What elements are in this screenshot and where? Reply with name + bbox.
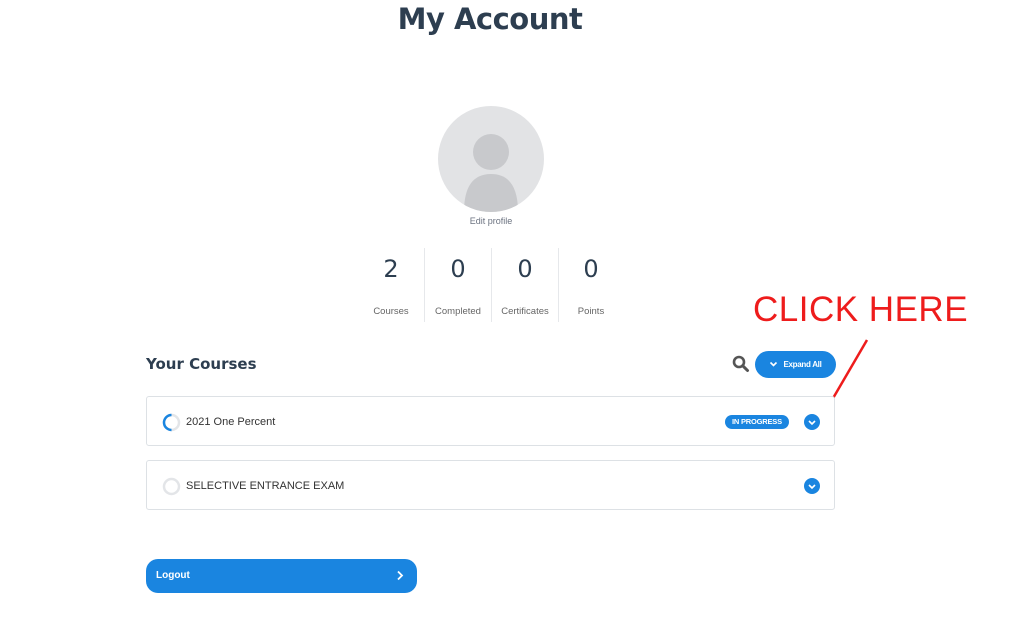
chevron-right-icon [397,570,404,581]
course-item[interactable]: SELECTIVE ENTRANCE EXAM [146,460,835,510]
stat-value: 0 [450,255,466,283]
chevron-down-icon [808,484,816,490]
course-name[interactable]: SELECTIVE ENTRANCE EXAM [186,480,344,492]
stat-label: Certificates [501,306,549,317]
partial-progress-ring-icon [162,413,181,432]
user-placeholder-icon [464,134,518,212]
logout-label: Logout [156,570,190,581]
stat-completed: 0 Completed [424,248,491,322]
stat-value: 0 [583,255,599,283]
expand-all-button[interactable]: Expand All [755,351,836,378]
stat-label: Completed [435,306,481,317]
status-badge: IN PROGRESS [725,415,789,429]
course-item[interactable]: 2021 One Percent IN PROGRESS [146,396,835,446]
expand-all-label: Expand All [783,360,822,369]
stat-value: 0 [517,255,533,283]
course-expand-toggle[interactable] [804,414,820,430]
search-icon[interactable] [732,355,750,373]
stat-label: Points [577,306,605,317]
logout-button[interactable]: Logout [146,559,417,593]
chevron-down-icon [770,361,778,367]
chevron-down-icon [808,420,816,426]
stat-label: Courses [373,306,409,317]
stats-bar: 2 Courses 0 Completed 0 Certificates 0 P… [358,248,623,322]
your-courses-heading: Your Courses [146,355,257,373]
stat-certificates: 0 Certificates [491,248,558,322]
course-expand-toggle[interactable] [804,478,820,494]
edit-profile-link[interactable]: Edit profile [440,216,542,226]
avatar[interactable] [438,106,544,212]
click-here-annotation: CLICK HERE [753,290,969,329]
stat-points: 0 Points [558,248,623,322]
empty-progress-ring-icon [162,477,181,496]
stat-courses: 2 Courses [358,248,424,322]
page-title: My Account [397,2,583,36]
stat-value: 2 [383,255,399,283]
course-name[interactable]: 2021 One Percent [186,416,275,428]
